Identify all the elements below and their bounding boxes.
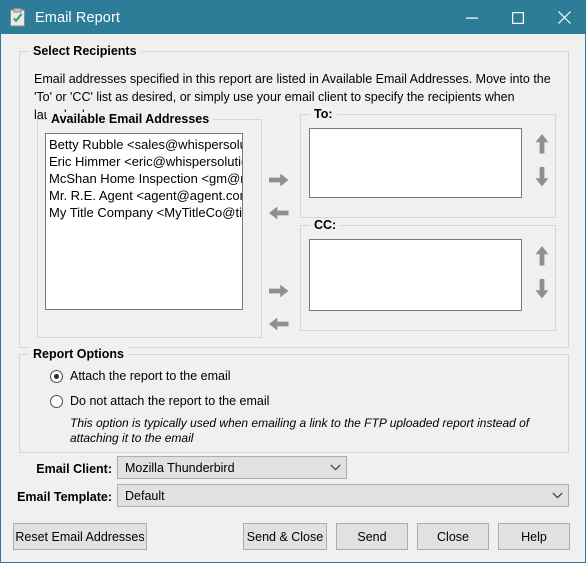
arrow-right-icon	[269, 173, 289, 187]
send-and-close-button[interactable]: Send & Close	[243, 523, 327, 550]
list-item[interactable]: Betty Rubble <sales@whispersolutions	[49, 136, 242, 153]
to-move-down-button[interactable]	[529, 166, 555, 188]
minimize-icon[interactable]	[449, 1, 495, 34]
email-client-dropdown[interactable]: Mozilla Thunderbird	[117, 456, 347, 479]
send-button[interactable]: Send	[336, 523, 408, 550]
arrow-up-icon	[535, 134, 549, 154]
title-bar: Email Report	[1, 1, 585, 34]
close-button[interactable]: Close	[417, 523, 489, 550]
help-button[interactable]: Help	[498, 523, 570, 550]
available-addresses-listbox[interactable]: Betty Rubble <sales@whispersolutions Eri…	[45, 133, 243, 310]
email-report-window: Email Report Select Recipients Email add…	[0, 0, 586, 563]
arrow-down-icon	[535, 279, 549, 299]
cc-move-up-button[interactable]	[529, 245, 555, 267]
to-move-up-button[interactable]	[529, 133, 555, 155]
arrow-right-icon	[269, 284, 289, 298]
move-from-to-button[interactable]	[266, 202, 292, 224]
radio-indicator-selected[interactable]	[50, 369, 63, 383]
radio-indicator-unselected[interactable]	[50, 394, 63, 408]
move-to-to-button[interactable]	[266, 169, 292, 191]
move-to-cc-button[interactable]	[266, 280, 292, 302]
cc-legend: CC:	[310, 218, 341, 232]
list-item[interactable]: Mr. R.E. Agent <agent@agent.com>	[49, 187, 242, 204]
maximize-icon[interactable]	[495, 1, 541, 34]
window-title: Email Report	[35, 9, 121, 26]
email-template-dropdown[interactable]: Default	[117, 484, 569, 507]
email-template-value: Default	[125, 488, 165, 503]
arrow-left-icon	[269, 317, 289, 331]
radio-label: Do not attach the report to the email	[70, 394, 270, 408]
list-item[interactable]: Eric Himmer <eric@whispersolutions	[49, 153, 242, 170]
radio-attach-report[interactable]: Attach the report to the email	[50, 369, 231, 383]
report-options-hint: This option is typically used when email…	[70, 416, 530, 445]
arrow-up-icon	[535, 246, 549, 266]
chevron-down-icon[interactable]	[324, 464, 346, 471]
cc-listbox[interactable]	[309, 239, 522, 311]
radio-label: Attach the report to the email	[70, 369, 231, 383]
email-client-label: Email Client:	[36, 462, 112, 476]
to-legend: To:	[310, 107, 337, 121]
list-item[interactable]: McShan Home Inspection <gm@mc	[49, 170, 242, 187]
caption-button-group	[449, 1, 585, 34]
cc-move-down-button[interactable]	[529, 278, 555, 300]
arrow-down-icon	[535, 167, 549, 187]
clipboard-check-icon	[9, 8, 26, 27]
available-addresses-legend: Available Email Addresses	[47, 112, 214, 126]
reset-email-addresses-button[interactable]: Reset Email Addresses	[13, 523, 147, 550]
move-from-cc-button[interactable]	[266, 313, 292, 335]
chevron-down-icon[interactable]	[546, 492, 568, 499]
arrow-left-icon	[269, 206, 289, 220]
close-icon[interactable]	[541, 1, 585, 34]
radio-do-not-attach-report[interactable]: Do not attach the report to the email	[50, 394, 269, 408]
select-recipients-legend: Select Recipients	[29, 44, 141, 58]
email-template-label: Email Template:	[17, 490, 112, 504]
report-options-legend: Report Options	[29, 347, 128, 361]
list-item[interactable]: My Title Company <MyTitleCo@title	[49, 204, 242, 221]
email-client-value: Mozilla Thunderbird	[125, 460, 235, 475]
client-area: Select Recipients Email addresses specif…	[2, 34, 585, 562]
to-listbox[interactable]	[309, 128, 522, 198]
